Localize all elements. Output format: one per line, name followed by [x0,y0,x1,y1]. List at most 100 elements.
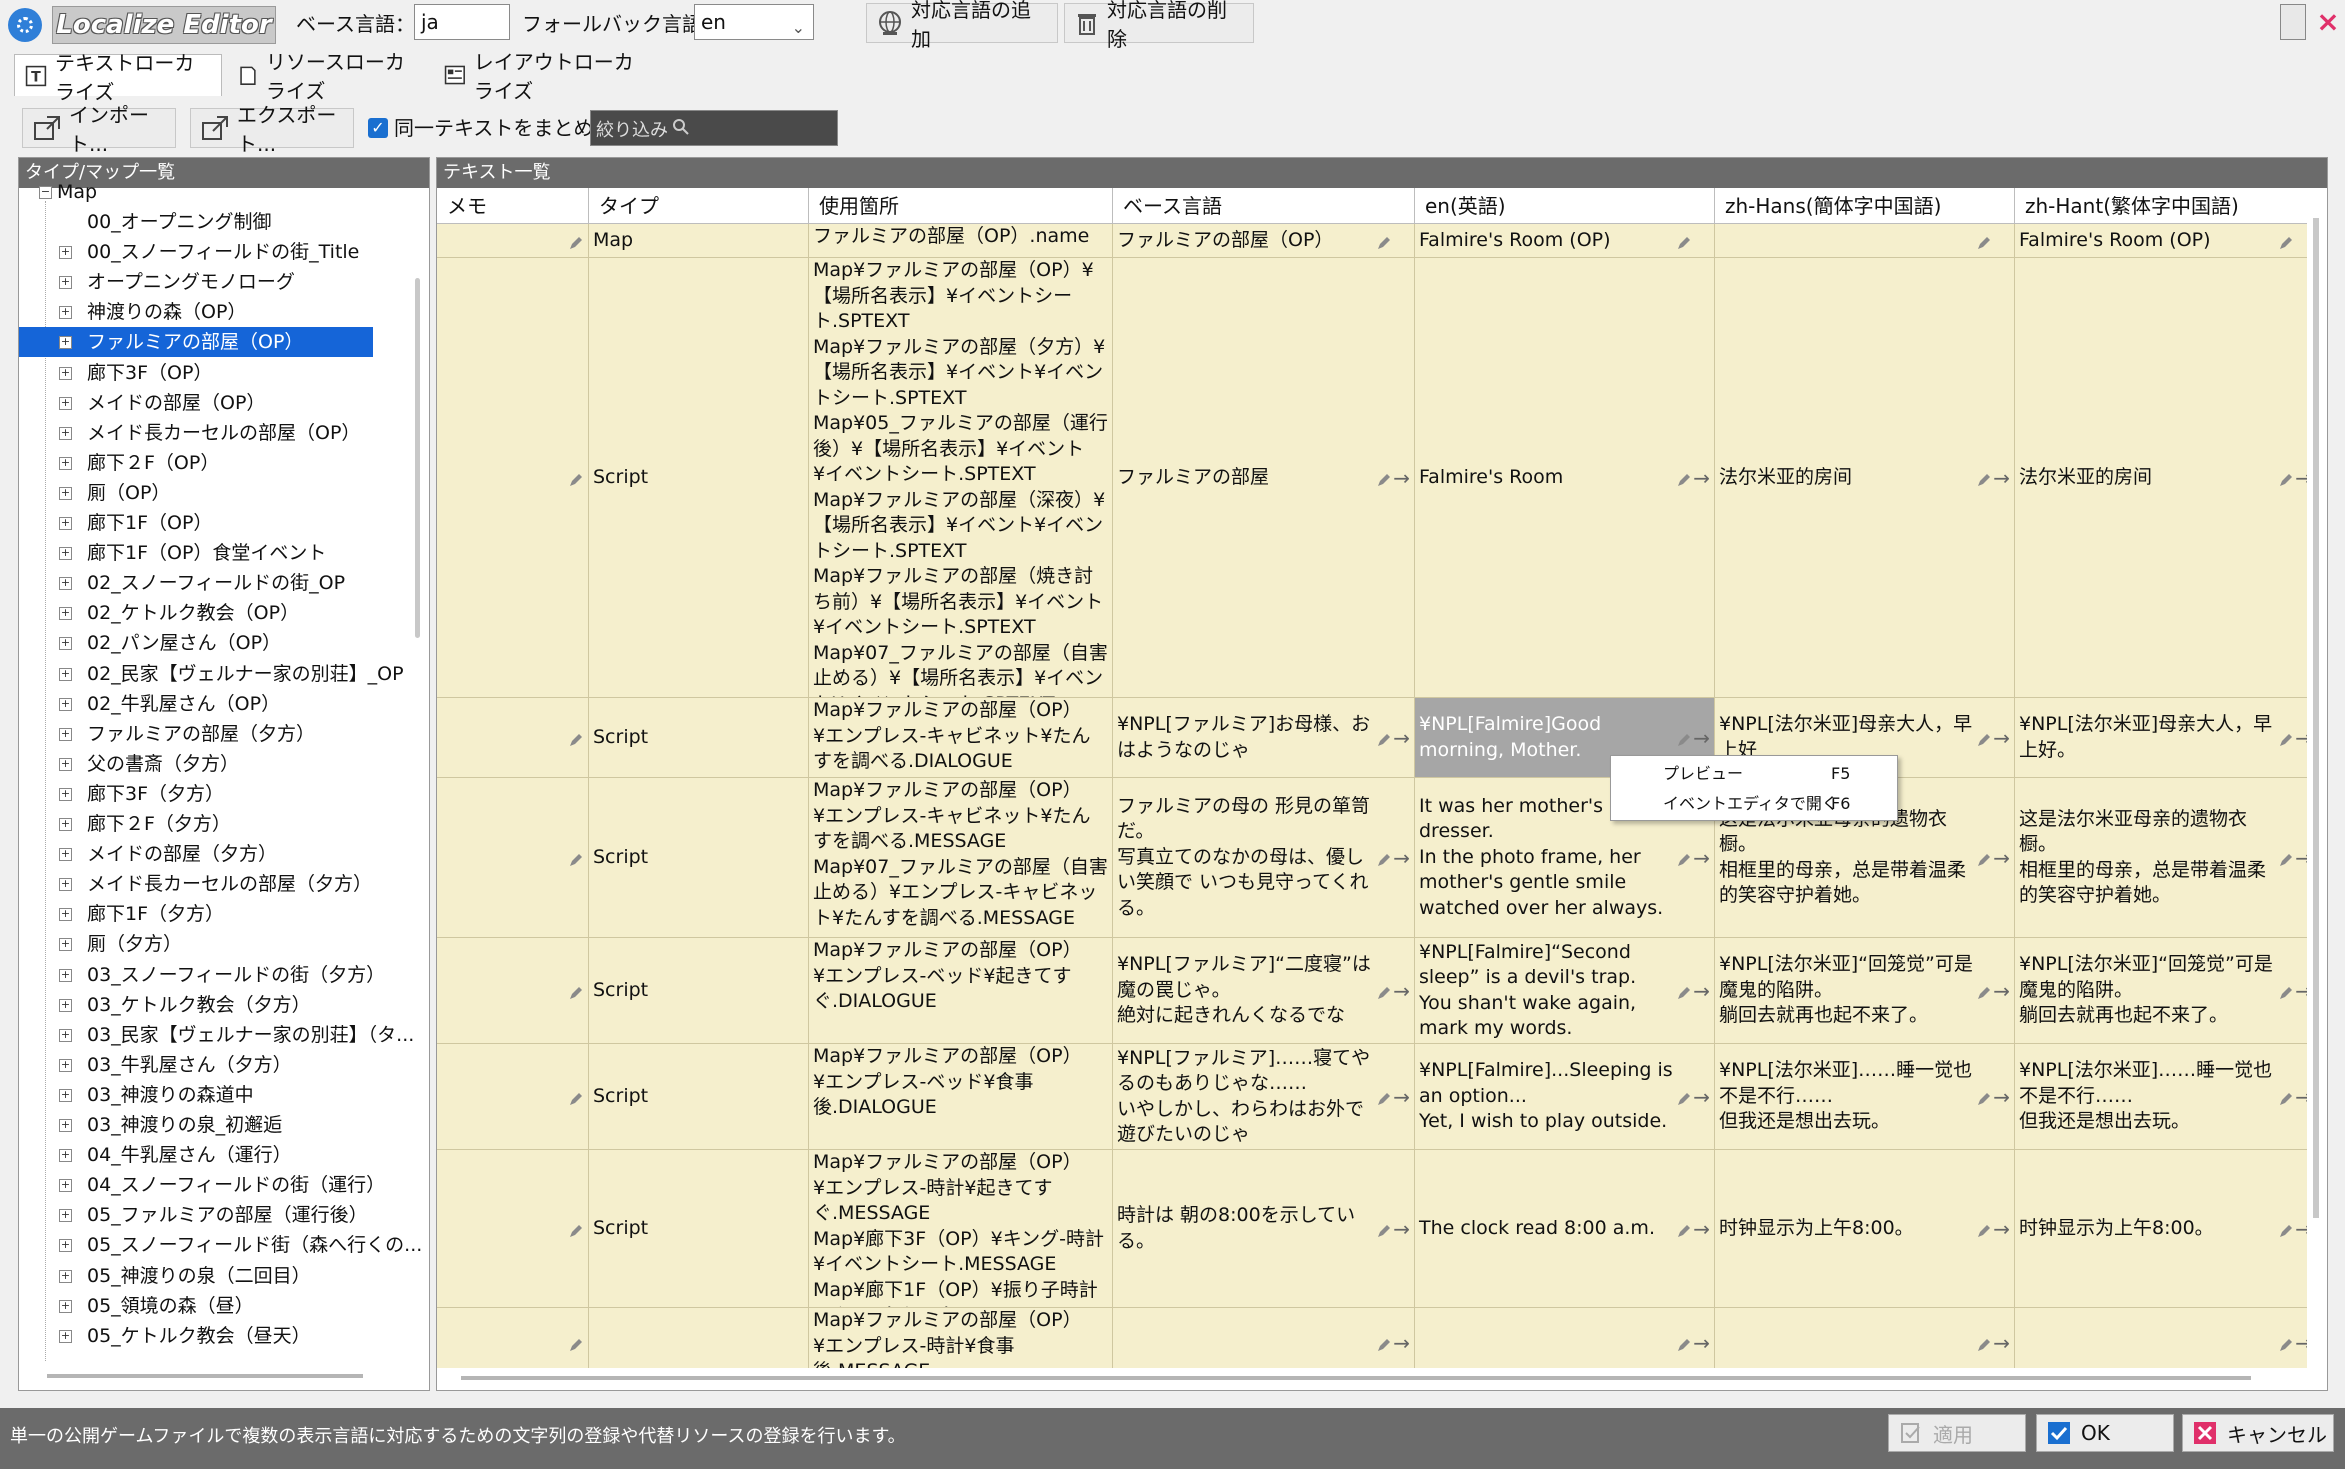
menu-item-preview[interactable]: プレビュー [1663,760,1743,788]
column-header[interactable]: zh-Hant(繁体字中国語) [2015,188,2307,224]
expand-icon[interactable]: + [59,1329,72,1343]
cell-base[interactable]: ファルミアの母の 形見の箪笥だ。 写真立てのなかの母は、優しい笑顔で いつも見守… [1113,778,1415,938]
export-button[interactable]: エクスポート... [190,103,354,156]
tree-item[interactable]: + ファルミアの部屋（夕方） [19,719,373,749]
tab-layout-localize[interactable]: レイアウトローカライズ [434,50,654,103]
edit-pencil-icon[interactable] [568,233,584,249]
cell-en[interactable]: Falmire's Room (OP) [1415,224,1715,258]
expand-icon[interactable]: + [59,547,72,561]
cell-memo[interactable] [437,1308,589,1368]
cell-usage[interactable]: Map¥ファルミアの部屋（OP）¥エンプレス-キャビネット¥たんすを調べる.DI… [809,698,1113,778]
tab-resource-localize[interactable]: リソースローカライズ [228,50,428,103]
table-row[interactable]: Script Map¥ファルミアの部屋（OP）¥【場所名表示】¥イベントシート.S… [437,258,2307,698]
arrow-right-icon[interactable]: → [2295,981,2307,1001]
edit-pencil-icon[interactable] [1376,1335,1392,1351]
tree-item[interactable]: +03_ケトルク教会（夕方） [19,990,373,1020]
table-row[interactable]: Script Map¥ファルミアの部屋（OP）¥エンプレス-キャビネット¥たんすを… [437,698,2307,778]
tree-item[interactable]: + 廊下3F（OP） [19,358,373,388]
fallback-language-select[interactable]: en ⌄ [694,4,814,40]
arrow-right-icon[interactable]: → [1693,1219,1710,1239]
column-header[interactable]: 使用箇所 [809,188,1113,224]
edit-pencil-icon[interactable] [2278,1089,2294,1105]
cell-usage[interactable]: Map¥ファルミアの部屋（OP）¥エンプレス-ベッド¥食事後.DIALOGUE [809,1044,1113,1150]
expand-icon[interactable]: + [59,336,72,350]
import-button[interactable]: インポート... [22,103,176,156]
expand-icon[interactable]: + [59,1239,72,1253]
expand-icon[interactable]: + [59,727,72,741]
cell-base[interactable]: ¥NPL[ファルミア]“二度寝”は魔の罠じゃ。 絶対に起きれんくなるでな → [1113,938,1415,1044]
arrow-right-icon[interactable]: → [1993,728,2010,748]
expand-icon[interactable]: + [59,1058,72,1072]
tab-text-localize[interactable]: T テキストローカライズ [14,51,222,104]
edit-pencil-icon[interactable] [2278,1221,2294,1237]
tree-item[interactable]: + メイド長カーセルの部屋（夕方） [19,869,373,899]
edit-pencil-icon[interactable] [1676,470,1692,486]
tree-item[interactable]: + メイドの部屋（OP） [19,388,373,418]
cell-base[interactable]: ¥NPL[ファルミア]……寝てやるのもありじゃな…… いやしかし、わらわはお外で… [1113,1044,1415,1150]
edit-pencil-icon[interactable] [1376,983,1392,999]
expand-icon[interactable]: + [59,938,72,952]
edit-pencil-icon[interactable] [1376,1089,1392,1105]
arrow-right-icon[interactable]: → [1693,981,1710,1001]
tree-horizontal-scrollbar[interactable] [47,1374,363,1378]
merge-same-text-checkbox[interactable]: ✓ [368,118,388,138]
expand-icon[interactable]: + [59,1149,72,1163]
edit-pencil-icon[interactable] [2278,1335,2294,1351]
expand-icon[interactable]: + [59,456,72,470]
arrow-right-icon[interactable]: → [1393,728,1410,748]
arrow-right-icon[interactable]: → [1693,468,1710,488]
edit-pencil-icon[interactable] [1376,470,1392,486]
expand-icon[interactable]: + [59,1088,72,1102]
edit-pencil-icon[interactable] [1376,233,1392,249]
edit-pencil-icon[interactable] [1676,233,1692,249]
expand-icon[interactable]: + [59,787,72,801]
cell-type[interactable]: Script [589,1044,809,1150]
arrow-right-icon[interactable]: → [1393,1333,1410,1353]
cell-zh-hant[interactable]: ¥NPL[法尔米亚]“回笼觉”可是魔鬼的陷阱。 躺回去就再也起不来了。 → [2015,938,2307,1044]
tree-item[interactable]: + メイドの部屋（夕方） [19,839,373,869]
cell-memo[interactable] [437,1150,589,1308]
expand-icon[interactable]: + [59,306,72,320]
edit-pencil-icon[interactable] [1676,850,1692,866]
cell-zh-hant[interactable]: 法尔米亚的房间 → [2015,258,2307,698]
grid-vertical-scrollbar[interactable] [2313,218,2319,1218]
arrow-right-icon[interactable]: → [1693,848,1710,868]
tree-item[interactable]: + オープニングモノローグ [19,267,373,297]
edit-pencil-icon[interactable] [1976,850,1992,866]
cell-zh-hant[interactable]: → [2015,1308,2307,1368]
cell-type[interactable] [589,1308,809,1368]
close-icon[interactable]: × [2314,2,2342,42]
expand-icon[interactable]: + [59,1028,72,1042]
cell-usage[interactable]: ファルミアの部屋（OP）.name [809,224,1113,258]
arrow-right-icon[interactable]: → [1993,1333,2010,1353]
expand-icon[interactable]: + [59,998,72,1012]
edit-pencil-icon[interactable] [1976,1221,1992,1237]
table-row[interactable]: Map ファルミアの部屋（OP）.name ファルミアの部屋（OP） Falmire'… [437,224,2307,258]
tree-item[interactable]: + 厠（OP） [19,478,373,508]
cell-usage[interactable]: Map¥ファルミアの部屋（OP）¥エンプレス-時計¥起きてすぐ.MESSAGE … [809,1150,1113,1308]
ok-button[interactable]: OK [2036,1414,2174,1452]
arrow-right-icon[interactable]: → [1393,1219,1410,1239]
cell-zh-hant[interactable]: 时钟显示为上午8:00。 → [2015,1150,2307,1308]
edit-pencil-icon[interactable] [568,470,584,486]
apply-button[interactable]: 適用 [1888,1414,2026,1452]
cell-zh-hans[interactable] [1715,224,2015,258]
edit-pencil-icon[interactable] [1976,470,1992,486]
expand-icon[interactable]: + [59,486,72,500]
tree-item[interactable]: +03_民家【ヴェルナー家の別荘】（タ... [19,1020,414,1050]
cell-usage[interactable]: Map¥ファルミアの部屋（OP）¥エンプレス-ベッド¥起きてすぐ.DIALOGU… [809,938,1113,1044]
edit-pencil-icon[interactable] [1676,730,1692,746]
expand-icon[interactable]: + [59,697,72,711]
cell-en[interactable]: The clock read 8:00 a.m. → [1415,1150,1715,1308]
arrow-right-icon[interactable]: → [1393,848,1410,868]
cell-zh-hans[interactable]: 时钟显示为上午8:00。 → [1715,1150,2015,1308]
cell-memo[interactable] [437,1044,589,1150]
arrow-right-icon[interactable]: → [2295,848,2307,868]
edit-pencil-icon[interactable] [1676,1221,1692,1237]
expand-icon[interactable]: + [59,968,72,982]
arrow-right-icon[interactable]: → [1993,848,2010,868]
expand-icon[interactable]: + [59,276,72,290]
tree-item[interactable]: + 厠（夕方） [19,929,373,959]
expand-icon[interactable]: + [59,396,72,410]
column-header[interactable]: en(英語) [1415,188,1715,224]
